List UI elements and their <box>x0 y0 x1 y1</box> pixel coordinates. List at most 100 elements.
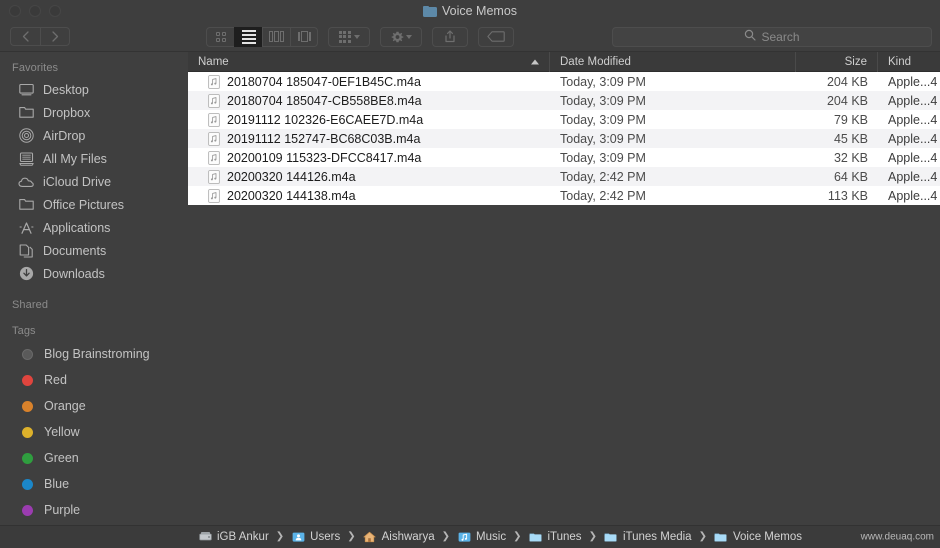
column-header-date-modified[interactable]: Date Modified <box>550 51 796 72</box>
sidebar-item-label: iCloud Drive <box>43 174 112 189</box>
back-button[interactable] <box>10 27 40 46</box>
list-icon <box>241 29 256 44</box>
sidebar-item-downloads[interactable]: Downloads <box>0 262 188 285</box>
breadcrumb-item-voice-memos[interactable]: Voice Memos <box>714 530 802 544</box>
file-date: Today, 3:09 PM <box>560 93 646 108</box>
tag-color-dot <box>22 452 33 464</box>
breadcrumb-label: Voice Memos <box>732 531 802 543</box>
arrange-button[interactable] <box>328 26 370 47</box>
file-size: 79 KB <box>833 112 868 127</box>
zoom-button[interactable] <box>49 5 61 17</box>
sidebar-item-label: Downloads <box>43 266 105 281</box>
file-name-cell: 20200320 144138.m4a <box>188 186 550 205</box>
sidebar-tag-green[interactable]: Green <box>0 445 188 471</box>
arrange-icon <box>338 30 351 43</box>
file-kind: Apple...4 audio <box>888 74 940 89</box>
sidebar-item-label: AirDrop <box>43 128 86 143</box>
table-row[interactable]: 20180704 185047-CB558BE8.m4a Today, 3:09… <box>188 91 940 110</box>
table-row[interactable]: 20200109 115323-DFCC8417.m4a Today, 3:09… <box>188 148 940 167</box>
table-row[interactable]: 20191112 102326-E6CAEE7D.m4a Today, 3:09… <box>188 110 940 129</box>
file-size: 64 KB <box>833 169 868 184</box>
breadcrumb-label: Aishwarya <box>381 531 435 543</box>
sidebar-item-applications[interactable]: Applications <box>0 216 188 239</box>
downloads-icon <box>18 266 34 282</box>
sidebar-item-desktop[interactable]: Desktop <box>0 78 188 101</box>
sidebar-item-all-my-files[interactable]: All My Files <box>0 147 188 170</box>
file-name-cell: 20180704 185047-0EF1B45C.m4a <box>188 72 550 91</box>
file-date: Today, 3:09 PM <box>560 150 646 165</box>
search-input[interactable]: Search <box>612 26 932 47</box>
sidebar-tag-label: Purple <box>44 503 81 517</box>
sidebar-item-label: Desktop <box>43 82 89 97</box>
sidebar-item-documents[interactable]: Documents <box>0 239 188 262</box>
file-size: 45 KB <box>833 131 868 146</box>
file-name-cell: 20191112 152747-BC68C03B.m4a <box>188 129 550 148</box>
watermark: www.deuaq.com <box>860 531 934 543</box>
file-date: Today, 3:09 PM <box>560 112 646 127</box>
breadcrumb-item-users[interactable]: Users <box>291 530 340 544</box>
window-body: Favorites Desktop Dropbox AirDrop All My… <box>0 51 940 525</box>
file-name-cell: 20180704 185047-CB558BE8.m4a <box>188 91 550 110</box>
sidebar-item-icloud-drive[interactable]: iCloud Drive <box>0 170 188 193</box>
sidebar-tag-red[interactable]: Red <box>0 367 188 393</box>
table-row[interactable]: 20180704 185047-0EF1B45C.m4a Today, 3:09… <box>188 72 940 91</box>
sidebar-item-dropbox[interactable]: Dropbox <box>0 101 188 124</box>
sidebar-item-label: Applications <box>43 220 111 235</box>
applications-icon <box>18 220 34 236</box>
gallery-view-button[interactable] <box>290 26 318 47</box>
column-header-kind[interactable]: Kind <box>878 52 940 72</box>
column-view-button[interactable] <box>262 26 290 47</box>
file-list: 20180704 185047-0EF1B45C.m4a Today, 3:09… <box>188 72 940 205</box>
file-name: 20191112 102326-E6CAEE7D.m4a <box>227 112 424 127</box>
file-name: 20200320 144138.m4a <box>227 188 356 203</box>
column-header-name[interactable]: Name <box>188 51 550 72</box>
sidebar-tag-purple[interactable]: Purple <box>0 497 188 523</box>
sidebar-tag-yellow[interactable]: Yellow <box>0 419 188 445</box>
file-list-empty-area[interactable] <box>188 205 940 525</box>
sidebar-item-label: All My Files <box>43 151 107 166</box>
minimize-button[interactable] <box>29 5 41 17</box>
file-name: 20200109 115323-DFCC8417.m4a <box>227 150 422 165</box>
tag-color-dot <box>22 504 33 516</box>
breadcrumb-separator: ❯ <box>588 531 597 542</box>
forward-button[interactable] <box>40 27 70 46</box>
file-kind: Apple...4 audio <box>888 188 940 203</box>
action-button[interactable] <box>380 26 422 47</box>
list-view-button[interactable] <box>234 26 262 47</box>
breadcrumb-item-itunes-media[interactable]: iTunes Media <box>604 530 692 544</box>
window-title: Voice Memos <box>441 4 518 18</box>
folder-icon <box>604 530 618 544</box>
sidebar-item-label: Office Pictures <box>43 197 125 212</box>
breadcrumb-item-igb-ankur[interactable]: iGB Ankur <box>198 530 269 544</box>
close-button[interactable] <box>9 5 21 17</box>
hard-drive-icon <box>198 530 212 544</box>
sidebar-item-airdrop[interactable]: AirDrop <box>0 124 188 147</box>
columns-icon <box>269 31 284 42</box>
tag-color-dot <box>22 400 33 412</box>
airdrop-icon <box>18 128 34 144</box>
table-row[interactable]: 20200320 144138.m4a Today, 2:42 PM 113 K… <box>188 186 940 205</box>
sidebar-tag-label: Orange <box>44 399 86 413</box>
sidebar-tag-orange[interactable]: Orange <box>0 393 188 419</box>
column-header-size[interactable]: Size <box>796 51 878 72</box>
breadcrumb-item-aishwarya[interactable]: Aishwarya <box>363 530 435 544</box>
folder-icon <box>18 197 34 213</box>
file-kind: Apple...4 audio <box>888 131 940 146</box>
gear-icon <box>391 31 403 43</box>
sidebar-tag-blog-brainstroming[interactable]: Blog Brainstroming <box>0 341 188 367</box>
sidebar-item-office-pictures[interactable]: Office Pictures <box>0 193 188 216</box>
breadcrumb-item-music[interactable]: Music <box>457 530 506 544</box>
breadcrumb-item-itunes[interactable]: iTunes <box>528 530 582 544</box>
file-name: 20180704 185047-0EF1B45C.m4a <box>227 74 421 89</box>
icon-view-button[interactable] <box>206 26 234 47</box>
file-size: 113 KB <box>827 188 868 203</box>
chevron-down-icon <box>353 34 360 39</box>
tag-button[interactable] <box>478 26 514 47</box>
tag-color-dot <box>22 348 33 360</box>
share-button[interactable] <box>432 26 468 47</box>
documents-icon <box>18 243 34 259</box>
table-row[interactable]: 20200320 144126.m4a Today, 2:42 PM 64 KB… <box>188 167 940 186</box>
tag-color-dot <box>22 426 33 438</box>
sidebar-tag-blue[interactable]: Blue <box>0 471 188 497</box>
table-row[interactable]: 20191112 152747-BC68C03B.m4a Today, 3:09… <box>188 129 940 148</box>
